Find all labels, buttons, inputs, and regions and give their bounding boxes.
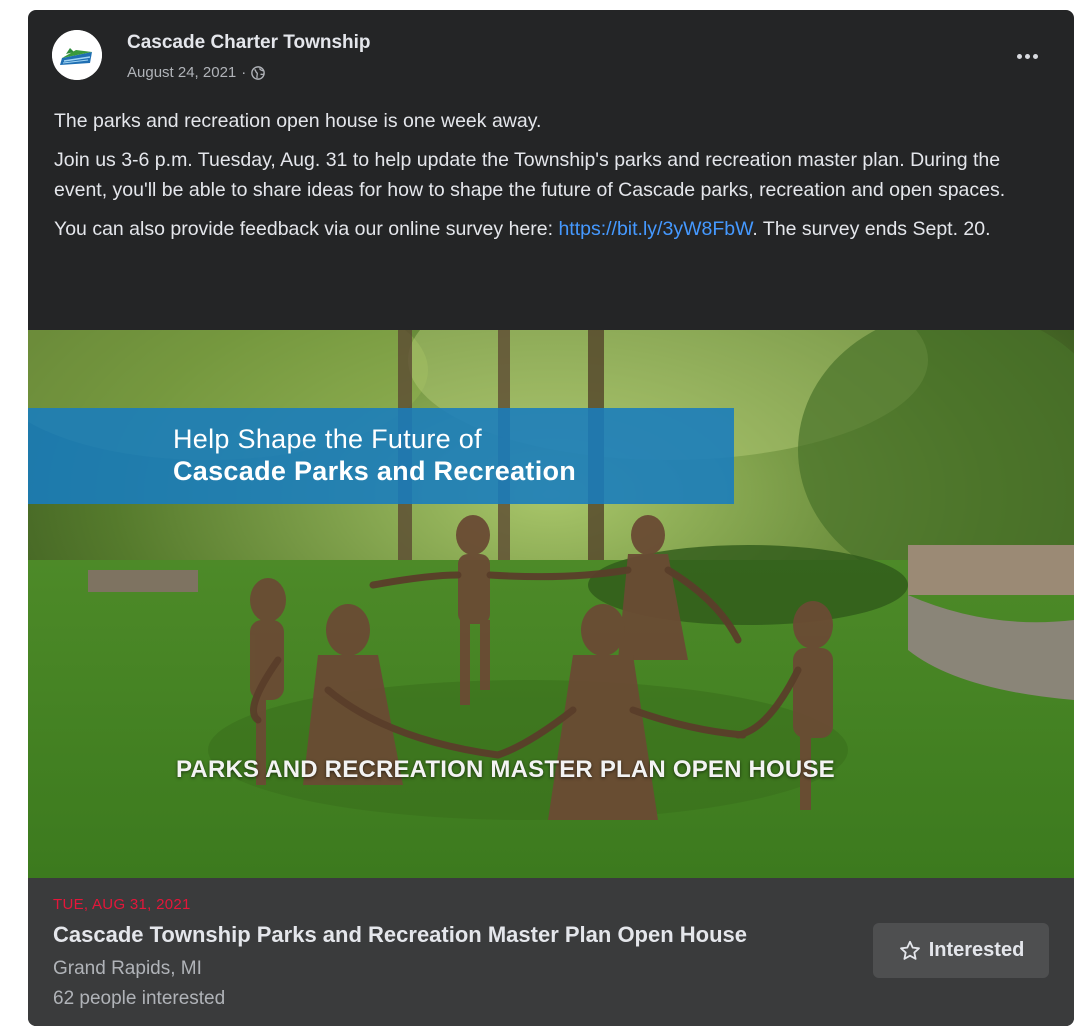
post-paragraph: You can also provide feedback via our on… xyxy=(54,214,1054,244)
post-paragraph: Join us 3-6 p.m. Tuesday, Aug. 31 to hel… xyxy=(54,149,1006,201)
event-card: TUE, AUG 31, 2021 Cascade Township Parks… xyxy=(28,878,1074,1026)
cascade-township-logo xyxy=(52,30,102,80)
post-date[interactable]: August 24, 2021 xyxy=(127,64,236,81)
interested-button-label: Interested xyxy=(928,939,1025,961)
event-title[interactable]: Cascade Township Parks and Recreation Ma… xyxy=(53,922,747,948)
photo-caption: PARKS AND RECREATION MASTER PLAN OPEN HO… xyxy=(176,756,835,783)
banner-line-2: Cascade Parks and Recreation xyxy=(173,456,577,486)
post-paragraph: The parks and recreation open house is o… xyxy=(54,110,542,132)
post-meta: August 24, 2021 · xyxy=(127,64,266,81)
page-name[interactable]: Cascade Charter Township xyxy=(127,32,371,54)
event-date: TUE, AUG 31, 2021 xyxy=(53,896,191,913)
event-location: Grand Rapids, MI xyxy=(53,958,202,979)
banner-line-1: Help Shape the Future of xyxy=(173,424,482,454)
globe-icon xyxy=(251,65,266,80)
facebook-post: Cascade Charter Township August 24, 2021… xyxy=(28,10,1074,1026)
event-cover-photo[interactable]: Help Shape the Future of Cascade Parks a… xyxy=(28,330,1074,878)
more-options-icon xyxy=(1016,53,1022,59)
meta-separator: · xyxy=(241,64,247,81)
post-header: Cascade Charter Township August 24, 2021… xyxy=(28,10,1074,100)
more-options-icon-dot xyxy=(1024,53,1030,59)
post-text-fragment: You can also provide feedback via our on… xyxy=(54,218,559,240)
interested-button[interactable]: Interested xyxy=(873,923,1049,978)
post-text-fragment: . The survey ends Sept. 20. xyxy=(752,218,991,240)
more-options-icon-dot xyxy=(1032,53,1038,59)
page-avatar[interactable] xyxy=(52,30,102,80)
more-options-button[interactable] xyxy=(1010,46,1044,66)
photo-banner: Help Shape the Future of Cascade Parks a… xyxy=(28,408,734,504)
post-body: The parks and recreation open house is o… xyxy=(54,106,1054,253)
event-interested-count: 62 people interested xyxy=(53,988,226,1009)
survey-link[interactable]: https://bit.ly/3yW8FbW xyxy=(558,218,752,240)
star-icon xyxy=(899,940,920,960)
